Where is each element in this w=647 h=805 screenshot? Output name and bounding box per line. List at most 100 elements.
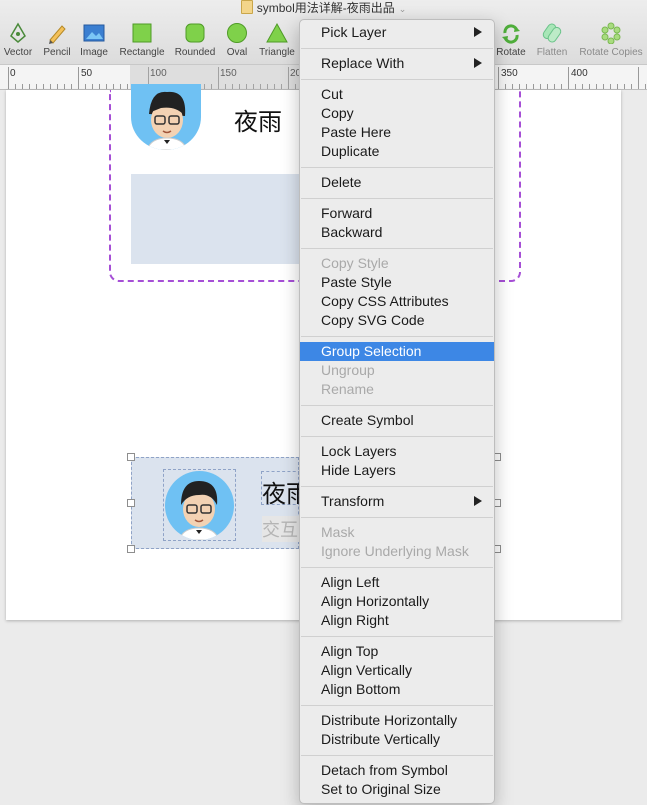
rounded-rectangle-icon bbox=[185, 23, 205, 43]
menu-item-align-vertically[interactable]: Align Vertically bbox=[300, 661, 494, 680]
image-tool[interactable]: Image bbox=[76, 20, 112, 58]
document-icon bbox=[240, 0, 253, 14]
menu-separator bbox=[301, 705, 493, 706]
menu-item-group-selection[interactable]: Group Selection bbox=[300, 342, 494, 361]
flatten-icon bbox=[542, 23, 562, 43]
menu-item-distribute-horizontally[interactable]: Distribute Horizontally bbox=[300, 711, 494, 730]
ruler-tick bbox=[29, 84, 30, 89]
symbol-name-bottom: 夜雨 bbox=[262, 480, 299, 508]
menu-item-paste-here[interactable]: Paste Here bbox=[300, 123, 494, 142]
menu-item-delete[interactable]: Delete bbox=[300, 173, 494, 192]
ruler-tick bbox=[64, 84, 65, 89]
document-title: symbol用法详解-夜雨出品 ⌄ bbox=[0, 0, 647, 16]
menu-separator bbox=[301, 636, 493, 637]
avatar-bottom bbox=[165, 471, 234, 540]
menu-item-align-left[interactable]: Align Left bbox=[300, 573, 494, 592]
ruler-tick bbox=[92, 84, 93, 89]
context-menu: Pick Layer Replace With Cut Copy Paste H… bbox=[299, 19, 495, 804]
menu-separator bbox=[301, 567, 493, 568]
ruler-tick bbox=[631, 84, 632, 89]
vector-tool[interactable]: Vector bbox=[0, 20, 36, 58]
avatar-top bbox=[131, 84, 201, 150]
menu-item-align-right[interactable]: Align Right bbox=[300, 611, 494, 630]
menu-item-align-top[interactable]: Align Top bbox=[300, 642, 494, 661]
menu-item-create-symbol[interactable]: Create Symbol bbox=[300, 411, 494, 430]
menu-separator bbox=[301, 167, 493, 168]
chevron-down-icon[interactable]: ⌄ bbox=[399, 4, 407, 14]
ruler-tick bbox=[645, 84, 646, 89]
rotate-tool[interactable]: Rotate bbox=[493, 20, 529, 58]
resize-handle-bottom-left[interactable] bbox=[127, 545, 135, 553]
avatar-face-icon bbox=[178, 481, 220, 540]
ruler-tick bbox=[624, 84, 625, 89]
rectangle-icon bbox=[132, 23, 152, 43]
menu-item-hide-layers[interactable]: Hide Layers bbox=[300, 461, 494, 480]
ruler-label: 350 bbox=[501, 68, 518, 79]
placeholder-rectangle[interactable] bbox=[131, 174, 299, 264]
menu-item-cut[interactable]: Cut bbox=[300, 85, 494, 104]
ruler-tick bbox=[71, 84, 72, 89]
ruler-tick bbox=[99, 84, 100, 89]
menu-item-forward[interactable]: Forward bbox=[300, 204, 494, 223]
submenu-arrow-icon bbox=[474, 496, 482, 506]
menu-item-copy-style: Copy Style bbox=[321, 255, 389, 271]
ruler-tick bbox=[78, 67, 79, 89]
menu-item-set-to-original-size[interactable]: Set to Original Size bbox=[300, 780, 494, 799]
menu-item-align-bottom[interactable]: Align Bottom bbox=[300, 680, 494, 699]
menu-item-ignore-underlying-mask: Ignore Underlying Mask bbox=[321, 543, 469, 559]
pencil-tool-label: Pencil bbox=[43, 47, 71, 58]
ruler-tick bbox=[50, 84, 51, 89]
pencil-tool[interactable]: Pencil bbox=[38, 20, 76, 58]
ruler-tick bbox=[127, 84, 128, 89]
menu-item-align-horizontally[interactable]: Align Horizontally bbox=[300, 592, 494, 611]
menu-item-lock-layers[interactable]: Lock Layers bbox=[300, 442, 494, 461]
ruler-tick bbox=[526, 84, 527, 89]
menu-item-replace-with[interactable]: Replace With bbox=[300, 54, 494, 73]
ruler-tick bbox=[568, 67, 569, 89]
ruler-tick bbox=[638, 67, 639, 89]
ruler-tick bbox=[106, 84, 107, 89]
menu-item-backward[interactable]: Backward bbox=[300, 223, 494, 242]
ruler-tick bbox=[575, 84, 576, 89]
menu-item-copy-svg-code[interactable]: Copy SVG Code bbox=[300, 311, 494, 330]
ruler-tick bbox=[113, 84, 114, 89]
oval-tool[interactable]: Oval bbox=[220, 20, 254, 58]
rounded-tool[interactable]: Rounded bbox=[172, 20, 218, 58]
rectangle-tool-label: Rectangle bbox=[119, 47, 165, 58]
triangle-tool[interactable]: Triangle bbox=[256, 20, 298, 58]
ruler-tick bbox=[596, 84, 597, 89]
ruler-label: 0 bbox=[10, 68, 16, 79]
menu-separator bbox=[301, 48, 493, 49]
menu-separator bbox=[301, 486, 493, 487]
menu-separator bbox=[301, 405, 493, 406]
triangle-icon bbox=[266, 22, 288, 43]
ruler-tick bbox=[22, 84, 23, 89]
resize-handle-middle-left[interactable] bbox=[127, 499, 135, 507]
ruler-label: 50 bbox=[81, 68, 93, 79]
symbol-subtitle-bottom: 交互 bbox=[262, 516, 299, 542]
menu-item-duplicate[interactable]: Duplicate bbox=[300, 142, 494, 161]
menu-item-transform[interactable]: Transform bbox=[300, 492, 494, 511]
menu-item-pick-layer[interactable]: Pick Layer bbox=[300, 23, 494, 42]
resize-handle-top-left[interactable] bbox=[127, 453, 135, 461]
menu-item-rename: Rename bbox=[321, 381, 374, 397]
menu-item-mask: Mask bbox=[321, 524, 355, 540]
ruler-tick bbox=[561, 84, 562, 89]
menu-item-distribute-vertically[interactable]: Distribute Vertically bbox=[300, 730, 494, 749]
image-icon bbox=[83, 24, 105, 42]
menu-item-detach-from-symbol[interactable]: Detach from Symbol bbox=[300, 761, 494, 780]
menu-separator bbox=[301, 198, 493, 199]
rotate-copies-icon bbox=[601, 22, 621, 44]
rotate-copies-tool[interactable]: Rotate Copies bbox=[575, 20, 647, 58]
ruler-tick bbox=[554, 84, 555, 89]
menu-item-label: Replace With bbox=[321, 55, 405, 71]
image-tool-label: Image bbox=[80, 47, 108, 58]
flatten-tool[interactable]: Flatten bbox=[533, 20, 571, 58]
menu-item-copy[interactable]: Copy bbox=[300, 104, 494, 123]
ruler-tick bbox=[498, 67, 499, 89]
symbol-name-top: 夜雨 bbox=[234, 108, 282, 136]
menu-item-copy-css-attributes[interactable]: Copy CSS Attributes bbox=[300, 292, 494, 311]
rotate-copies-tool-label: Rotate Copies bbox=[579, 47, 643, 58]
menu-item-paste-style[interactable]: Paste Style bbox=[300, 273, 494, 292]
rectangle-tool[interactable]: Rectangle bbox=[114, 20, 170, 58]
